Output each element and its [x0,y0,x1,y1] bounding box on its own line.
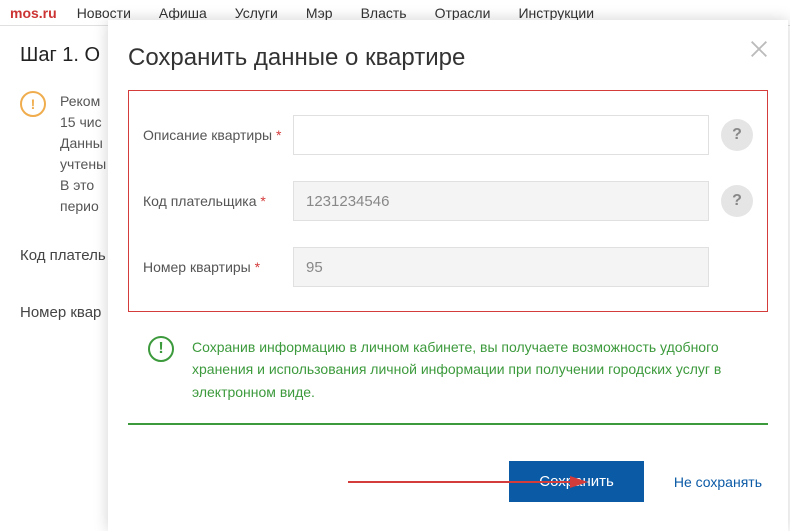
arrow-annotation-icon [348,475,588,489]
help-icon[interactable]: ? [721,119,753,151]
modal-actions: Сохранить Не сохранять [128,461,768,502]
row-description: Описание квартиры * ? [143,115,753,155]
input-payer-code[interactable] [293,181,709,221]
label-payer-code: Код плательщика * [143,192,293,210]
row-apartment-no: Номер квартиры * [143,247,753,287]
input-apartment-no[interactable] [293,247,709,287]
save-apartment-modal: Сохранить данные о квартире Описание ква… [108,20,788,531]
close-icon[interactable] [748,38,770,60]
input-description[interactable] [293,115,709,155]
row-payer-code: Код плательщика * ? [143,181,753,221]
required-mark: * [260,193,265,209]
modal-title: Сохранить данные о квартире [128,44,768,72]
info-icon: ! [148,336,174,362]
form-box: Описание квартиры * ? Код плательщика * … [128,90,768,312]
required-mark: * [276,127,281,143]
page-root: mos.ru Новости Афиша Услуги Мэр Власть О… [0,0,790,531]
tip-block: ! Сохранив информацию в личном кабинете,… [148,336,764,403]
required-mark: * [255,259,260,275]
divider [128,423,768,425]
dont-save-button[interactable]: Не сохранять [674,474,762,490]
label-payer-code-text: Код плательщика [143,193,257,209]
help-icon[interactable]: ? [721,185,753,217]
label-description: Описание квартиры * [143,126,293,144]
label-apartment-no: Номер квартиры * [143,258,293,276]
modal-overlay: Сохранить данные о квартире Описание ква… [0,0,790,531]
label-description-text: Описание квартиры [143,127,272,143]
tip-text: Сохранив информацию в личном кабинете, в… [192,336,764,403]
label-apartment-no-text: Номер квартиры [143,259,251,275]
